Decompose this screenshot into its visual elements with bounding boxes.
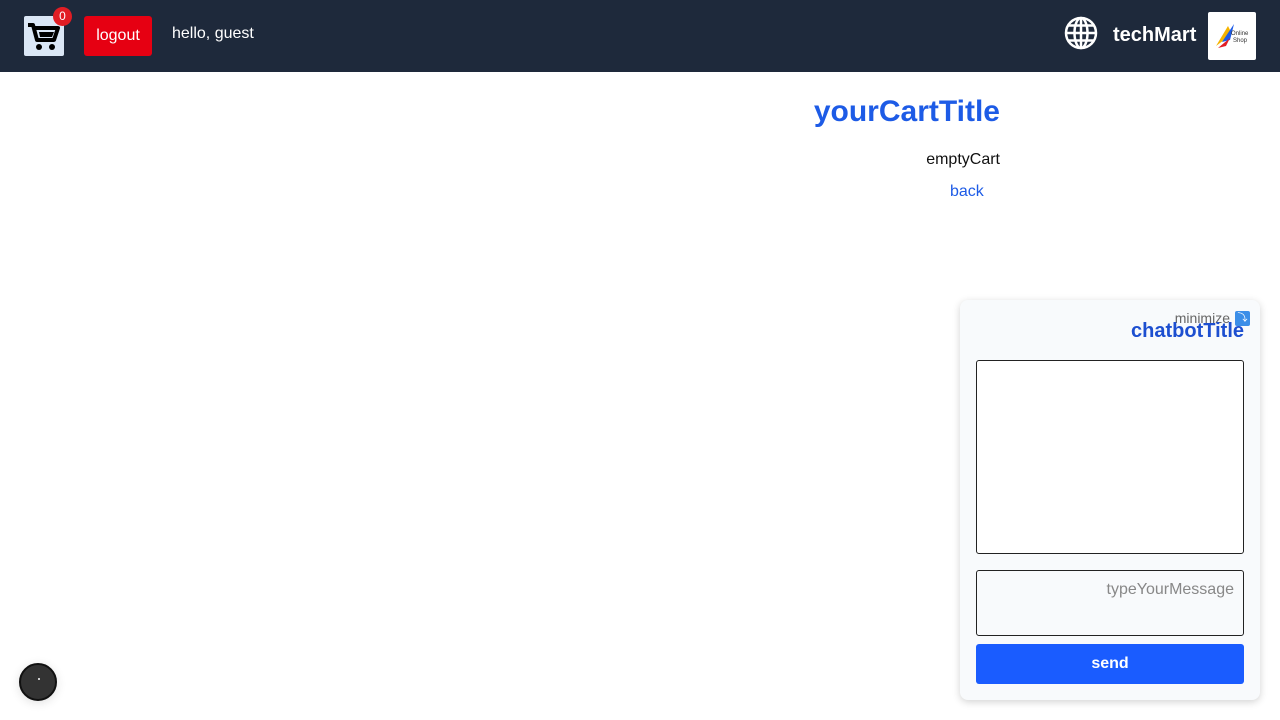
cart-icon bbox=[28, 23, 60, 50]
cart-title: yourCartTitle bbox=[813, 95, 1000, 128]
send-button[interactable]: send bbox=[976, 644, 1244, 684]
logo-icon[interactable]: Online Shop bbox=[1208, 12, 1256, 60]
chat-messages-area[interactable] bbox=[976, 360, 1244, 554]
back-link[interactable]: back bbox=[950, 183, 984, 201]
brand-name: techMart bbox=[1113, 24, 1197, 46]
top-navbar: 0 logout hello, guest techMart Online Sh… bbox=[0, 0, 1280, 72]
logo-text-line2: Shop bbox=[1233, 38, 1248, 44]
chatbot-title: chatbotTitle bbox=[1131, 320, 1244, 342]
cart-count-badge: 0 bbox=[53, 7, 72, 26]
greeting-text: hello, guest bbox=[172, 25, 254, 42]
logout-button[interactable]: logout bbox=[84, 16, 152, 56]
floating-action-button[interactable] bbox=[19, 663, 57, 701]
chatbot-panel: minimize ⤵ chatbotTitle send bbox=[960, 300, 1260, 700]
chat-message-input[interactable] bbox=[976, 570, 1244, 636]
logo-text-line1: Online bbox=[1231, 31, 1249, 37]
globe-icon[interactable] bbox=[1064, 16, 1098, 50]
button-dot-icon bbox=[38, 678, 40, 680]
empty-cart-message: emptyCart bbox=[926, 151, 1000, 168]
